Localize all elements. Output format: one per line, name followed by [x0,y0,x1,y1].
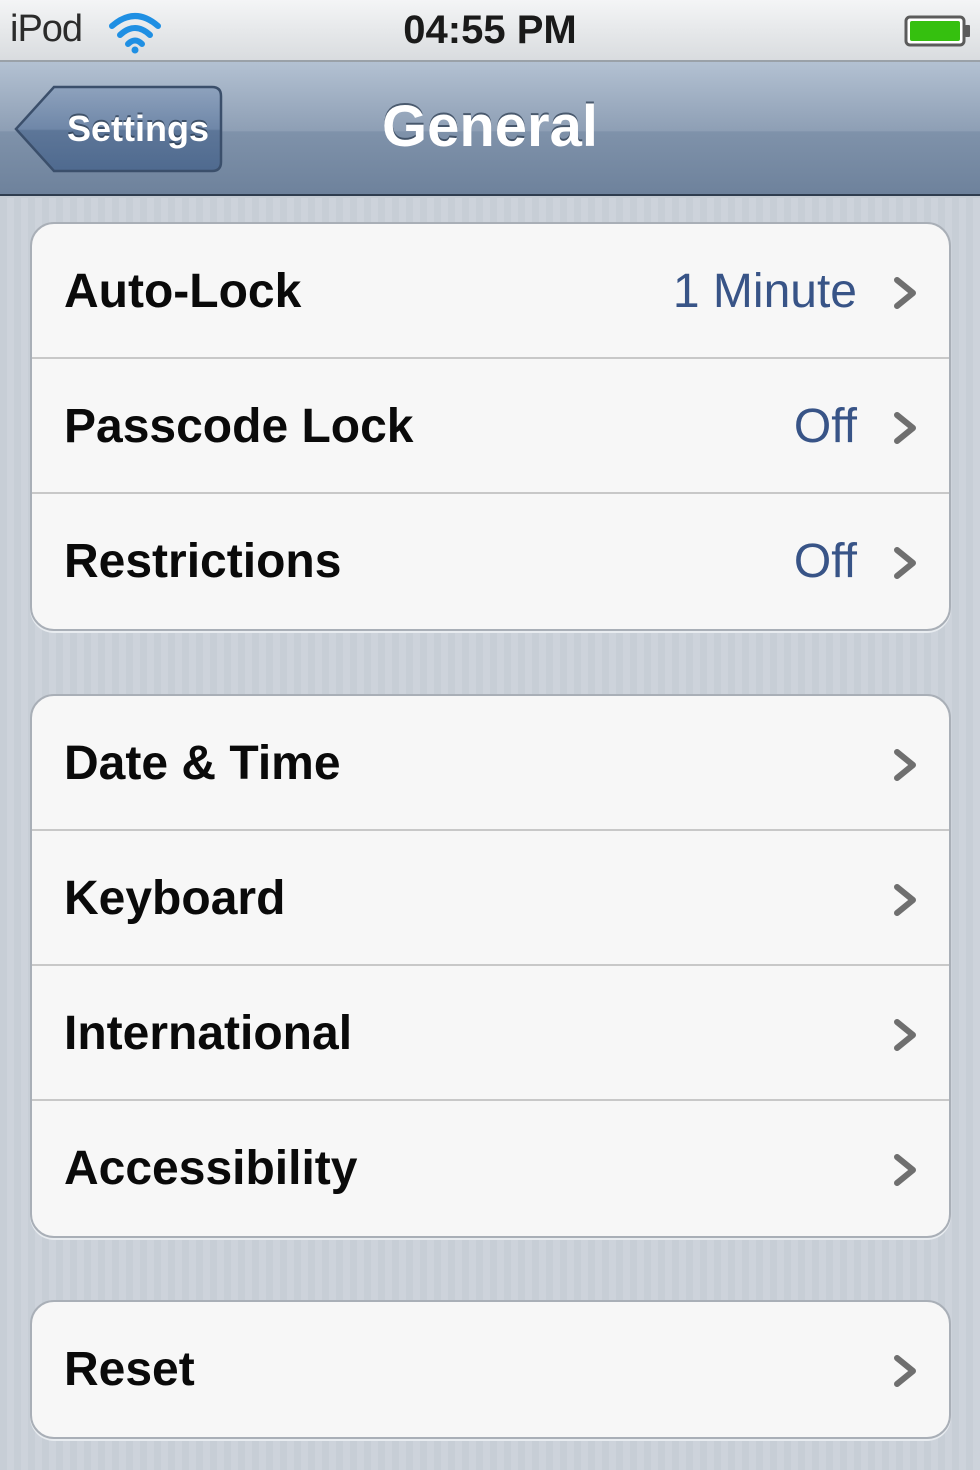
chevron-right-icon [894,547,916,579]
settings-row-auto-lock[interactable]: Auto-Lock 1 Minute [32,224,949,359]
row-label: Reset [64,1343,195,1396]
chevron-right-icon [894,884,916,916]
navigation-bar: Settings General [0,62,980,196]
page-title: General [382,94,598,159]
settings-content: Auto-Lock 1 Minute Passcode Lock Off Res… [0,198,980,1470]
chevron-right-icon [894,749,916,781]
settings-group-general: Date & Time Keyboard International Acces… [30,694,951,1238]
settings-row-reset[interactable]: Reset [32,1302,949,1437]
status-time: 04:55 PM [403,8,577,52]
chevron-right-icon [894,1355,916,1387]
chevron-right-icon [894,277,916,309]
battery-icon [904,15,970,47]
status-bar: iPod 04:55 PM [0,0,980,62]
settings-row-date-time[interactable]: Date & Time [32,696,949,831]
row-value: Off [793,535,857,588]
settings-row-keyboard[interactable]: Keyboard [32,831,949,966]
row-label: Restrictions [64,535,342,588]
row-label: Keyboard [64,872,286,925]
settings-row-international[interactable]: International [32,966,949,1101]
settings-row-passcode-lock[interactable]: Passcode Lock Off [32,359,949,494]
row-value: Off [793,400,857,453]
settings-group-reset: Reset [30,1300,951,1439]
row-label: Auto-Lock [64,265,302,318]
settings-group-security: Auto-Lock 1 Minute Passcode Lock Off Res… [30,222,951,631]
chevron-right-icon [894,1019,916,1051]
row-label: International [64,1007,353,1060]
row-label: Accessibility [64,1142,358,1195]
settings-row-restrictions[interactable]: Restrictions Off [32,494,949,629]
row-label: Date & Time [64,737,341,790]
chevron-right-icon [894,412,916,444]
row-label: Passcode Lock [64,400,414,453]
row-value: 1 Minute [672,265,857,318]
settings-row-accessibility[interactable]: Accessibility [32,1101,949,1236]
chevron-right-icon [894,1154,916,1186]
